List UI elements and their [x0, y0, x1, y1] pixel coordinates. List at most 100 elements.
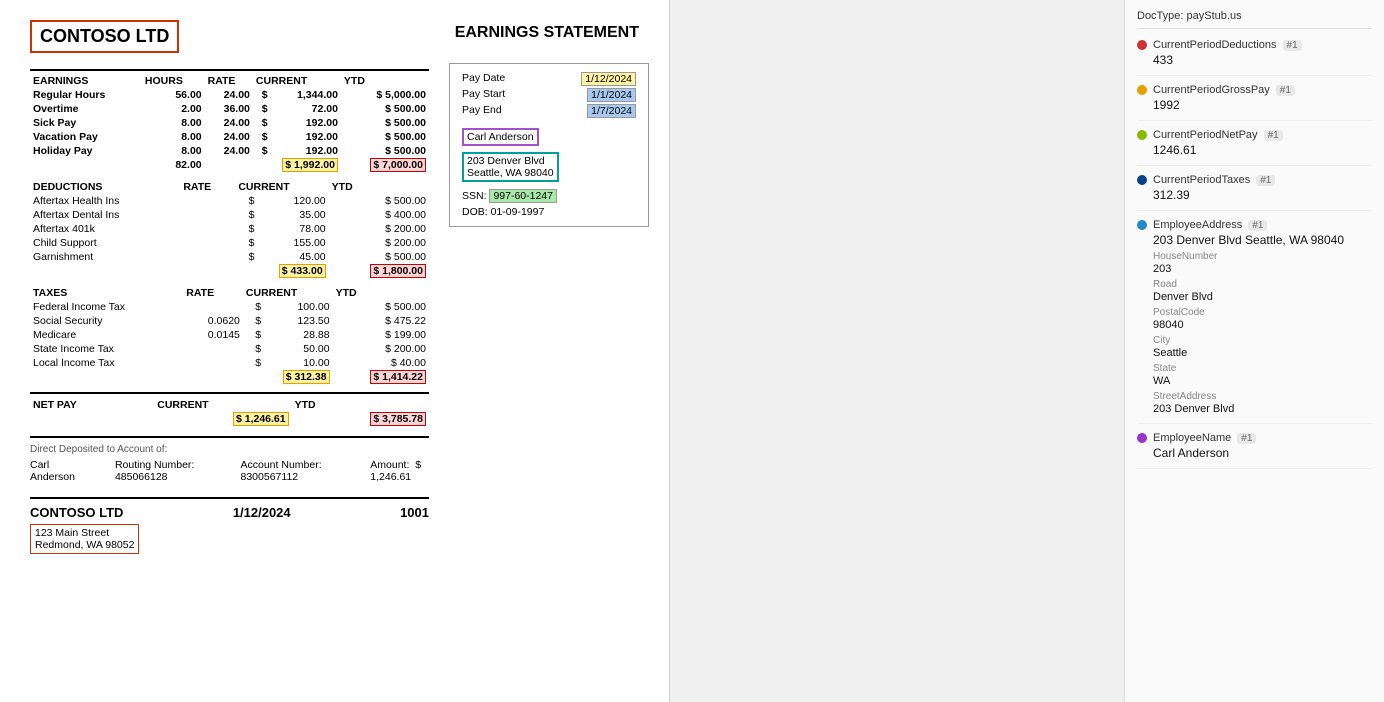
row-label — [30, 264, 180, 278]
taxes-ytd-header: YTD — [333, 286, 429, 300]
taxes-total-ytd-value: $ 1,414.22 — [370, 370, 426, 384]
row-current-val: 192.00 — [271, 144, 341, 158]
footer-section: CONTOSO LTD 1/12/2024 1001 123 Main Stre… — [30, 497, 429, 554]
deductions-total-row: $ 433.00 $ 1,800.00 — [30, 264, 429, 278]
earnings-statement-title: EARNINGS STATEMENT — [455, 20, 639, 42]
sidebar-doctype: DocType: payStub.us — [1137, 10, 1372, 29]
row-current-sym: $ — [235, 208, 257, 222]
earnings-total-row: 82.00 $ 1,992.00 $ 7,000.00 — [30, 158, 429, 172]
company-name: CONTOSO LTD — [30, 20, 179, 53]
direct-deposit-section: Direct Deposited to Account of: Carl And… — [30, 436, 429, 483]
taxes-current-header: CURRENT — [243, 286, 333, 300]
row-empty — [141, 412, 154, 426]
deductions-current-header: CURRENT — [235, 180, 328, 194]
deductions-section: DEDUCTIONS RATE CURRENT YTD Aftertax Hea… — [30, 180, 429, 278]
row-ytd: $ 500.00 — [329, 194, 429, 208]
direct-deposit-row: Carl Anderson Routing Number: 485066128 … — [30, 459, 429, 483]
deductions-table: DEDUCTIONS RATE CURRENT YTD Aftertax Hea… — [30, 180, 429, 278]
employee-dob-row: DOB: 01-09-1997 — [462, 206, 636, 218]
row-label — [30, 158, 142, 172]
row-current-sym: $ — [235, 222, 257, 236]
footer-address-line1: 123 Main Street — [35, 527, 134, 539]
employee-address-block: 203 Denver Blvd Seattle, WA 98040 — [462, 150, 636, 182]
table-row: Garnishment $ 45.00 $ 500.00 — [30, 250, 429, 264]
address-dot — [1137, 220, 1147, 230]
table-row: Child Support $ 155.00 $ 200.00 — [30, 236, 429, 250]
earnings-current-header: CURRENT — [253, 74, 341, 88]
row-ytd: $ 500.00 — [333, 300, 429, 314]
table-row: Federal Income Tax $ 100.00 $ 500.00 — [30, 300, 429, 314]
net-pay-current-header: CURRENT — [154, 398, 291, 412]
sidebar-item-header: CurrentPeriodDeductions #1 — [1137, 39, 1372, 51]
row-rate — [180, 194, 235, 208]
sidebar-item-employeename: EmployeeName #1 Carl Anderson — [1137, 432, 1372, 469]
row-ytd: $ 199.00 — [333, 328, 429, 342]
net-pay-ytd-value: $ 3,785.78 — [370, 412, 426, 426]
sidebar-item-taxes: CurrentPeriodTaxes #1 312.39 — [1137, 174, 1372, 211]
row-current-val: 28.88 — [264, 328, 332, 342]
row-label: Aftertax Health Ins — [30, 194, 180, 208]
row-current-sym: $ — [243, 300, 264, 314]
taxes-total-ytd: $ 1,414.22 — [333, 370, 429, 384]
table-row: Vacation Pay 8.00 24.00 $ 192.00 $ 500.0… — [30, 130, 429, 144]
net-pay-row: $ 1,246.61 $ 3,785.78 — [30, 412, 429, 426]
sidebar-sub-road: Road Denver Blvd — [1153, 279, 1372, 303]
row-label — [30, 370, 183, 384]
row-current: $ — [253, 88, 271, 102]
pay-end-value: 1/7/2024 — [587, 104, 636, 118]
row-current: $ — [253, 144, 271, 158]
sidebar: DocType: payStub.us CurrentPeriodDeducti… — [1124, 0, 1384, 702]
sidebar-item-header: EmployeeAddress #1 — [1137, 219, 1372, 231]
row-current-val: 10.00 — [264, 356, 332, 370]
sub-value: 203 Denver Blvd — [1153, 403, 1372, 415]
taxes-total-current: $ 312.38 — [243, 370, 333, 384]
direct-deposit-account: Account Number: 8300567112 — [241, 459, 331, 483]
earnings-total-hours: 82.00 — [142, 158, 205, 172]
sidebar-item-address: EmployeeAddress #1 203 Denver Blvd Seatt… — [1137, 219, 1372, 424]
row-label: Regular Hours — [30, 88, 142, 102]
sidebar-item-label: CurrentPeriodDeductions — [1153, 39, 1277, 51]
sidebar-item-value: 312.39 — [1153, 188, 1372, 202]
row-rate — [183, 356, 243, 370]
earnings-total-ytd: $ 7,000.00 — [341, 158, 429, 172]
sidebar-item-value: Carl Anderson — [1153, 446, 1372, 460]
sidebar-badge: #1 — [1283, 40, 1302, 51]
footer-company-name: CONTOSO LTD — [30, 505, 123, 520]
sidebar-badge: #1 — [1256, 175, 1275, 186]
table-row: Aftertax Dental Ins $ 35.00 $ 400.00 — [30, 208, 429, 222]
row-ytd: $ 40.00 — [333, 356, 429, 370]
net-pay-ytd: $ 3,785.78 — [292, 412, 429, 426]
row-label: Child Support — [30, 236, 180, 250]
row-label: Holiday Pay — [30, 144, 142, 158]
grosspay-dot — [1137, 85, 1147, 95]
footer-check-number: 1001 — [400, 505, 429, 520]
earnings-ytd-header: YTD — [341, 74, 429, 88]
row-label: Vacation Pay — [30, 130, 142, 144]
dob-value: 01-09-1997 — [491, 206, 545, 218]
row-ytd: $ 200.00 — [333, 342, 429, 356]
taxes-rate-header: RATE — [183, 286, 243, 300]
row-rate — [180, 236, 235, 250]
earnings-total-ytd-value: $ 7,000.00 — [370, 158, 426, 172]
taxes-table: TAXES RATE CURRENT YTD Federal Income Ta… — [30, 286, 429, 384]
row-ytd: $ 500.00 — [341, 102, 429, 116]
sidebar-badge: #1 — [1264, 130, 1283, 141]
row-rate — [180, 222, 235, 236]
row-current-val: 192.00 — [271, 130, 341, 144]
net-pay-label: NET PAY — [30, 398, 141, 412]
deductions-total-current: $ 433.00 — [235, 264, 328, 278]
row-ytd: $ 200.00 — [329, 222, 429, 236]
sidebar-item-value: 1992 — [1153, 98, 1372, 112]
sub-value: 98040 — [1153, 319, 1372, 331]
pay-end-row: Pay End 1/7/2024 — [462, 104, 636, 118]
employee-address-line2: Seattle, WA 98040 — [467, 167, 554, 179]
net-pay-current-value: $ 1,246.61 — [233, 412, 289, 426]
footer-top: CONTOSO LTD 1/12/2024 1001 — [30, 505, 429, 520]
net-pay-section: NET PAY CURRENT YTD $ 1,246.61 — [30, 392, 429, 426]
row-rate: 24.00 — [205, 130, 253, 144]
table-row: Holiday Pay 8.00 24.00 $ 192.00 $ 500.00 — [30, 144, 429, 158]
row-label: Aftertax Dental Ins — [30, 208, 180, 222]
sidebar-sub-streetaddress: StreetAddress 203 Denver Blvd — [1153, 391, 1372, 415]
row-rate: 24.00 — [205, 144, 253, 158]
row-ytd: $ 200.00 — [329, 236, 429, 250]
